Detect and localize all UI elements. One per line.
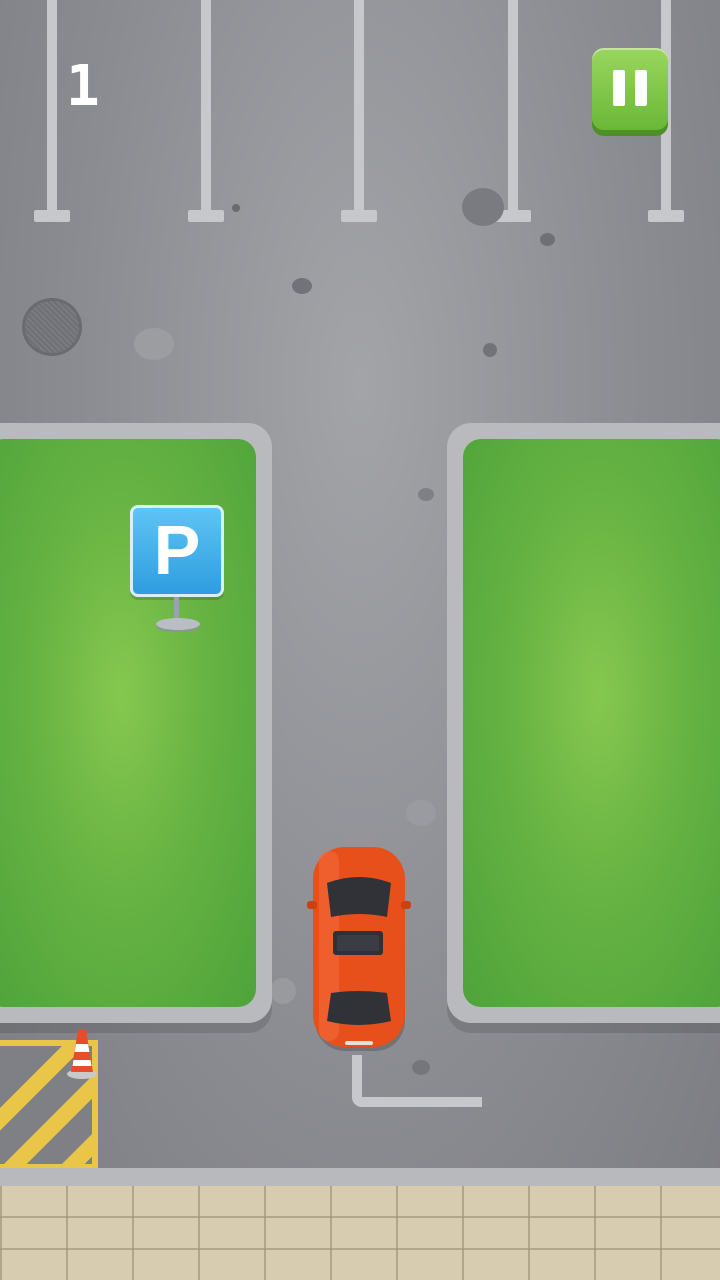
oil-stain (232, 204, 240, 212)
oil-stain (292, 278, 312, 294)
curb (0, 1168, 720, 1186)
sidewalk (0, 1186, 720, 1280)
parking-line (508, 0, 518, 212)
manhole-cover (22, 298, 82, 356)
parking-guide-marking (352, 1055, 482, 1107)
parking-line (354, 0, 364, 212)
parking-sign: P (130, 505, 224, 597)
traffic-cone-icon (67, 1030, 97, 1079)
parking-line-foot (648, 210, 684, 222)
light-stain (134, 328, 174, 360)
oil-stain (462, 188, 504, 226)
light-stain (406, 800, 436, 826)
parking-line (201, 0, 211, 212)
oil-stain (483, 343, 497, 357)
score-counter: 1 (66, 54, 100, 119)
car-icon[interactable] (305, 845, 415, 1055)
parking-line-foot (34, 210, 70, 222)
oil-stain (418, 488, 434, 501)
light-stain (270, 978, 296, 1004)
parking-line (47, 0, 57, 212)
grass-island-right (447, 423, 720, 1023)
oil-stain (540, 233, 555, 246)
parking-line-foot (341, 210, 377, 222)
parking-sign-letter: P (153, 511, 201, 589)
parking-sign-base (156, 618, 200, 630)
parking-line-foot (188, 210, 224, 222)
game-stage: P 1 (0, 0, 720, 1280)
pause-button[interactable] (592, 48, 668, 130)
